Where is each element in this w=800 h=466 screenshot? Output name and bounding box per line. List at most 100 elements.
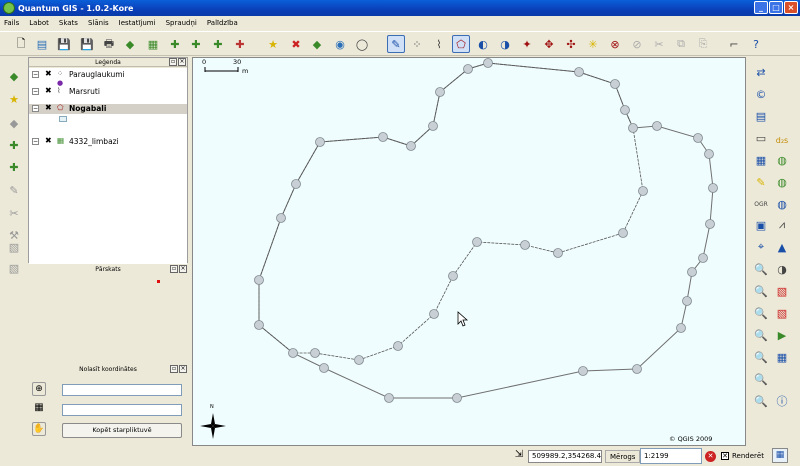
zoom-layer-icon[interactable]: 🔍	[752, 370, 770, 388]
expand-toggle[interactable]: −	[32, 105, 39, 112]
layer-tool-icon[interactable]: ▦	[773, 348, 791, 366]
copyright-plugin-icon[interactable]: ©	[752, 85, 770, 103]
left-tool-add-icon[interactable]: ✚	[5, 136, 23, 154]
coords-close-button[interactable]: ×	[179, 365, 187, 373]
whats-this-icon[interactable]: ?	[747, 35, 765, 53]
zoom-out-icon[interactable]: 🔍	[752, 304, 770, 322]
layer-name-nogabali[interactable]: Nogabali	[69, 104, 106, 113]
open-project-icon[interactable]: ▤	[33, 35, 51, 53]
layer-name-4332-limbazi[interactable]: 4332_limbazi	[69, 137, 119, 146]
capture-point-icon[interactable]: ⁘	[408, 35, 426, 53]
add-ring-icon[interactable]: ✳	[584, 35, 602, 53]
overview-add-icon[interactable]: ◆	[308, 35, 326, 53]
map-canvas[interactable]: 0 30 m N © QGIS 2009	[192, 57, 746, 446]
split-feature-icon[interactable]: ◑	[496, 35, 514, 53]
gps-icon[interactable]: ⌖	[752, 238, 770, 256]
delete-selected-icon[interactable]: ⊘	[628, 35, 646, 53]
ogr-icon[interactable]: OGR	[752, 195, 770, 213]
coord-input-1[interactable]	[62, 384, 182, 396]
wfs-icon[interactable]: ◍	[773, 195, 791, 213]
left-tool-doc2-icon[interactable]: ▧	[5, 259, 23, 277]
left-tool-star-icon[interactable]: ★	[5, 90, 23, 108]
expand-toggle[interactable]: −	[32, 88, 39, 95]
overview-float-button[interactable]: ▫	[170, 265, 178, 273]
expand-toggle[interactable]: −	[32, 138, 39, 145]
capture-line-icon[interactable]: ⌇	[430, 35, 448, 53]
layer-name-parauglaukumi[interactable]: Parauglaukumi	[69, 70, 125, 79]
add-wms-layer-icon[interactable]: ✚	[209, 35, 227, 53]
coord-input-2[interactable]	[62, 404, 182, 416]
legend-float-button[interactable]: ▫	[169, 58, 177, 66]
scale-input[interactable]: 1:2199	[640, 448, 702, 464]
crs-select-icon[interactable]: ⊕	[32, 382, 46, 396]
stop-render-icon[interactable]: ✕	[705, 451, 716, 462]
move-vertex-icon[interactable]: ✥	[540, 35, 558, 53]
move-feature-icon[interactable]: ◐	[474, 35, 492, 53]
zoom-icon[interactable]: 🔍	[752, 260, 770, 278]
georef-icon[interactable]: ▦	[752, 151, 770, 169]
left-tool-edit-icon[interactable]: ✎	[5, 181, 23, 199]
add-raster-layer-icon[interactable]: ▦	[144, 35, 162, 53]
render-checkbox[interactable]: ✕	[721, 452, 729, 460]
add-postgis-layer-icon[interactable]: ✚	[166, 35, 184, 53]
layer-name-marsruti[interactable]: Marsruti	[69, 87, 100, 96]
document-icon[interactable]: ▧	[773, 304, 791, 322]
remove-layer-icon[interactable]: ✖	[287, 35, 305, 53]
left-tool-layer-icon[interactable]: ◆	[5, 114, 23, 132]
globe-icon[interactable]: ◍	[773, 151, 791, 169]
table-icon[interactable]: ▤	[752, 107, 770, 125]
layer-visibility-checkbox[interactable]: ✖	[45, 70, 53, 78]
add-vector-layer-icon[interactable]: ◆	[121, 35, 139, 53]
layer-visibility-checkbox[interactable]: ✖	[45, 87, 53, 95]
save-as-icon[interactable]: 💾	[78, 35, 96, 53]
print-icon[interactable]: 🖶	[100, 35, 118, 53]
projection-icon[interactable]: ▦	[772, 448, 788, 463]
zoom-last-icon[interactable]: 🔍	[752, 392, 770, 410]
menu-file[interactable]: Fails	[4, 19, 19, 27]
legend-close-button[interactable]: ×	[178, 58, 186, 66]
toggle-editing-icon[interactable]: ✎	[387, 35, 405, 53]
maximize-button[interactable]: □	[769, 1, 783, 14]
close-button[interactable]: ×	[784, 1, 798, 14]
left-tool-add2-icon[interactable]: ✚	[5, 158, 23, 176]
coords-float-button[interactable]: ▫	[170, 365, 178, 373]
layer-visibility-checkbox[interactable]: ✖	[45, 137, 53, 145]
left-tool-doc-icon[interactable]: ▧	[5, 238, 23, 256]
delete-vertex-icon[interactable]: ✣	[562, 35, 580, 53]
new-project-icon[interactable]: 🗋	[12, 35, 30, 53]
globe2-icon[interactable]: ◍	[773, 173, 791, 191]
new-vector-layer-icon[interactable]: ✚	[231, 35, 249, 53]
info-icon[interactable]: ⓘ	[773, 392, 791, 410]
grid-icon[interactable]: ▦	[32, 402, 46, 416]
add-spatialite-layer-icon[interactable]: ✚	[187, 35, 205, 53]
zoom-full-icon[interactable]: 🔍	[752, 326, 770, 344]
overview-close-button[interactable]: ×	[179, 265, 187, 273]
zoom-in-icon[interactable]: 🔍	[752, 282, 770, 300]
menu-edit[interactable]: Labot	[29, 19, 49, 27]
copy-features-icon[interactable]: ⧉	[672, 35, 690, 53]
capture-polygon-icon[interactable]: ⬠	[452, 35, 470, 53]
coordinate-toggle-icon[interactable]: ⇲	[512, 449, 526, 463]
zoom2-icon[interactable]: ◑	[773, 260, 791, 278]
hide-layer-icon[interactable]: ◯	[353, 35, 371, 53]
menu-layer[interactable]: Slānis	[88, 19, 109, 27]
grid-tools-icon[interactable]: ▣	[752, 216, 770, 234]
menu-help[interactable]: Palīdzība	[207, 19, 238, 27]
pdf-icon[interactable]: ▧	[773, 282, 791, 300]
left-tool-digitize-icon[interactable]: ◆	[5, 67, 23, 85]
delete-part-icon[interactable]: ⊗	[606, 35, 624, 53]
plugin-icon[interactable]: ⌐	[725, 35, 743, 53]
north-arrow-tool-icon[interactable]: ▲	[773, 238, 791, 256]
layer-visibility-checkbox[interactable]: ✖	[45, 104, 53, 112]
pan-icon[interactable]: ⇄	[752, 63, 770, 81]
measure-icon[interactable]: ▭	[752, 129, 770, 147]
refresh-icon[interactable]: ▶	[773, 326, 791, 344]
save-project-icon[interactable]: 💾	[55, 35, 73, 53]
add-vertex-icon[interactable]: ✦	[518, 35, 536, 53]
show-layer-icon[interactable]: ◉	[331, 35, 349, 53]
minimize-button[interactable]: _	[754, 1, 768, 14]
copy-to-clipboard-button[interactable]: Kopēt starpliktuvē	[62, 423, 182, 438]
show-all-layers-icon[interactable]: ★	[264, 35, 282, 53]
menu-view[interactable]: Skats	[59, 19, 78, 27]
capture-mouse-icon[interactable]: ✋	[32, 422, 46, 436]
